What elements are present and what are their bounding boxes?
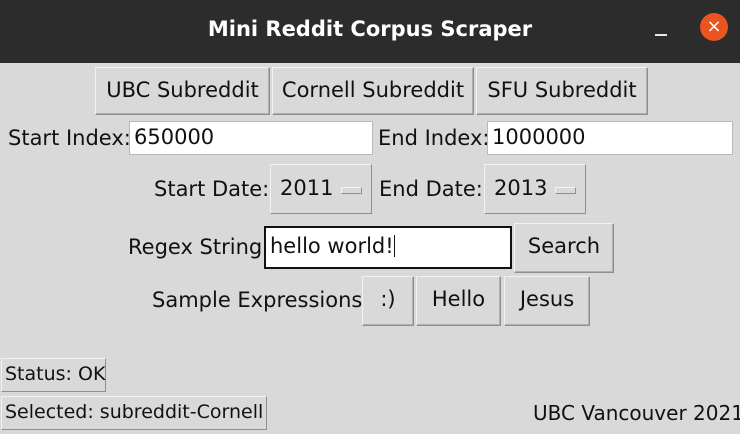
status-label: Status: OK <box>1 358 106 392</box>
search-button[interactable]: Search <box>514 223 614 273</box>
dropdown-indicator-icon <box>341 187 362 194</box>
footer-credit: UBC Vancouver 2021 <box>533 401 740 425</box>
sfu-subreddit-button[interactable]: SFU Subreddit <box>476 67 648 115</box>
regex-string-value: hello world! <box>270 234 394 258</box>
start-index-label: Start Index: <box>8 126 131 150</box>
close-icon[interactable]: × <box>700 13 728 41</box>
ubc-subreddit-button[interactable]: UBC Subreddit <box>95 67 270 115</box>
dropdown-indicator-icon <box>555 187 576 194</box>
end-date-label: End Date: <box>379 177 483 201</box>
start-date-label: Start Date: <box>154 177 270 201</box>
sample-smiley-button[interactable]: :) <box>362 276 414 326</box>
regex-string-label: Regex String: <box>128 235 270 259</box>
window-title: Mini Reddit Corpus Scraper <box>207 17 533 41</box>
end-index-input[interactable]: 1000000 <box>487 121 733 155</box>
end-date-value: 2013 <box>494 176 548 200</box>
main-panel: UBC Subreddit Cornell Subreddit SFU Subr… <box>0 63 740 434</box>
text-cursor <box>393 235 395 257</box>
start-index-input[interactable]: 650000 <box>129 121 373 155</box>
regex-string-input[interactable]: hello world! <box>264 226 512 269</box>
sample-expressions-label: Sample Expressions: <box>152 288 370 312</box>
end-date-dropdown[interactable]: 2013 <box>484 164 586 214</box>
cornell-subreddit-button[interactable]: Cornell Subreddit <box>272 67 474 115</box>
end-index-label: End Index: <box>378 126 490 150</box>
minimize-icon[interactable] <box>655 34 667 36</box>
start-date-dropdown[interactable]: 2011 <box>270 164 372 214</box>
start-date-value: 2011 <box>280 176 334 200</box>
title-bar: Mini Reddit Corpus Scraper × <box>0 0 740 63</box>
sample-hello-button[interactable]: Hello <box>416 276 501 326</box>
selected-subreddit-label: Selected: subreddit-Cornell <box>1 396 267 430</box>
sample-jesus-button[interactable]: Jesus <box>504 276 590 326</box>
